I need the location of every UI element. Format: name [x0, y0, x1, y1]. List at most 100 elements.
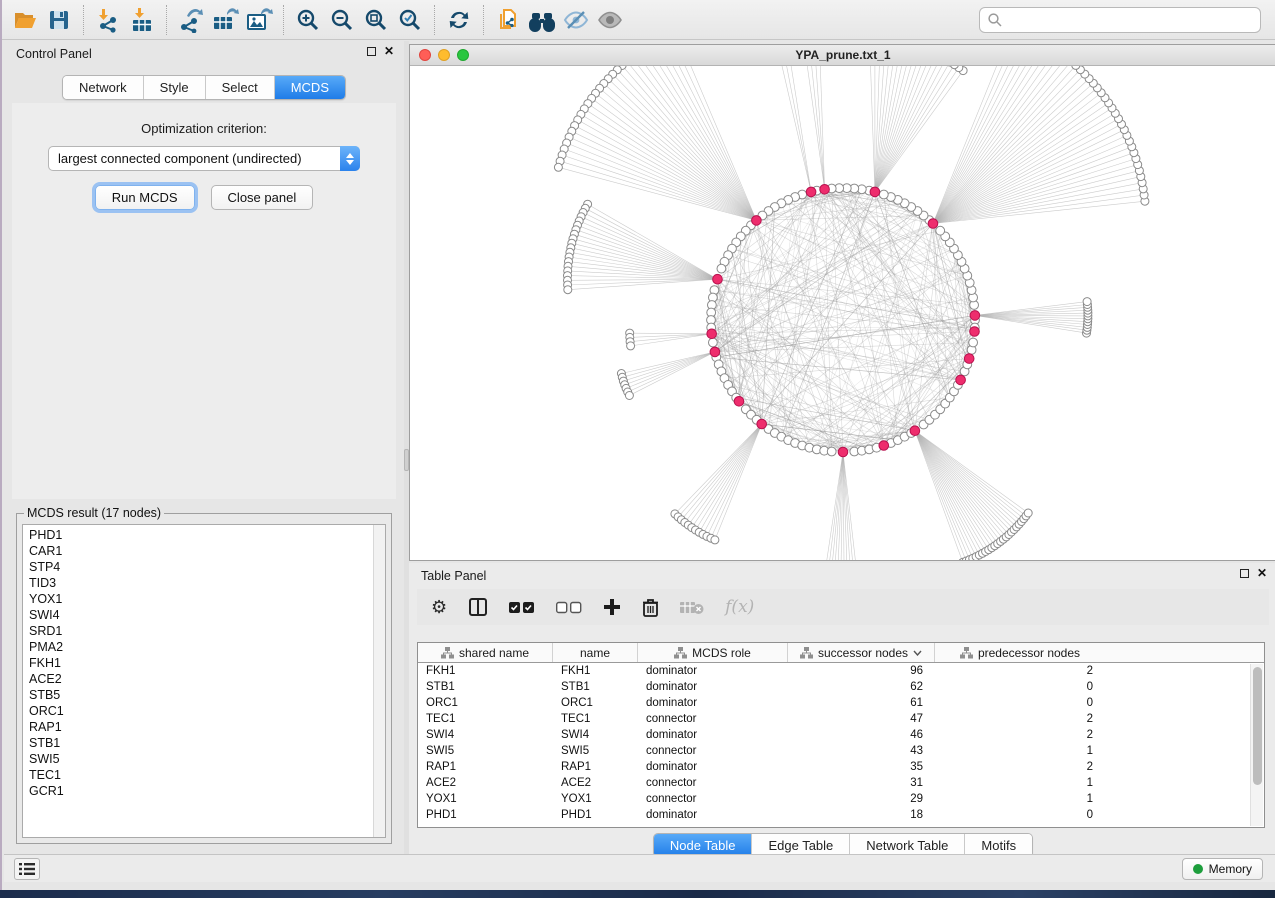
column-layout-icon[interactable] [468, 597, 488, 617]
table-row[interactable]: TEC1TEC1connector472 [418, 711, 1264, 727]
table-row[interactable]: YOX1YOX1connector291 [418, 791, 1264, 807]
float-table-panel-icon[interactable] [1240, 569, 1249, 578]
table-row[interactable]: FKH1FKH1dominator962 [418, 663, 1264, 679]
minimize-window-icon[interactable] [438, 49, 450, 61]
table-scrollbar-thumb[interactable] [1253, 667, 1262, 785]
criterion-select[interactable]: largest connected component (undirected) [48, 146, 360, 171]
close-panel-icon[interactable]: ✕ [384, 47, 394, 56]
column-type-icon [960, 647, 973, 659]
table-row[interactable]: STB1STB1dominator620 [418, 679, 1264, 695]
table-row[interactable]: RAP1RAP1dominator352 [418, 759, 1264, 775]
toolbar-separator [483, 5, 484, 35]
mcds-node-item[interactable]: PMA2 [29, 639, 385, 655]
mcds-node-item[interactable]: SRD1 [29, 623, 385, 639]
column-header-MCDS-role[interactable]: MCDS role [638, 643, 788, 662]
memory-button[interactable]: Memory [1182, 858, 1263, 880]
control-panel-title: Control Panel [16, 47, 92, 61]
tab-mcds[interactable]: MCDS [274, 76, 345, 99]
table-body: FKH1FKH1dominator962STB1STB1dominator620… [418, 663, 1264, 823]
mcds-node-item[interactable]: YOX1 [29, 591, 385, 607]
zoom-fit-button[interactable] [359, 4, 393, 36]
delete-column-icon[interactable] [642, 598, 659, 617]
table-row[interactable]: ORC1ORC1dominator610 [418, 695, 1264, 711]
table-cell: 31 [788, 775, 935, 791]
zoom-selected-button[interactable] [393, 4, 427, 36]
import-network-button[interactable] [91, 4, 125, 36]
task-list-icon [19, 862, 35, 876]
mcds-node-item[interactable]: SWI4 [29, 607, 385, 623]
close-table-panel-icon[interactable]: ✕ [1257, 569, 1267, 578]
table-cell: 35 [788, 759, 935, 775]
refresh-layout-button[interactable] [442, 4, 476, 36]
mcds-node-item[interactable]: TID3 [29, 575, 385, 591]
mcds-node-item[interactable]: GCR1 [29, 783, 385, 799]
column-header-label: successor nodes [818, 646, 908, 660]
control-tabs: NetworkStyleSelectMCDS [62, 75, 346, 100]
node-table: shared namenameMCDS role successor nodes p… [417, 642, 1265, 828]
table-row[interactable]: SWI4SWI4dominator462 [418, 727, 1264, 743]
unselect-all-columns-icon[interactable] [556, 601, 582, 614]
save-session-button[interactable] [42, 4, 76, 36]
add-column-icon[interactable] [603, 598, 621, 616]
tab-network[interactable]: Network [63, 76, 143, 99]
export-image-button[interactable] [242, 4, 276, 36]
export-network-button[interactable] [174, 4, 208, 36]
float-panel-icon[interactable] [367, 47, 376, 56]
export-table-button[interactable] [208, 4, 242, 36]
task-history-button[interactable] [14, 858, 40, 880]
hide-selected-button[interactable] [559, 4, 593, 36]
search-box [979, 7, 1261, 33]
run-mcds-button[interactable]: Run MCDS [95, 185, 195, 210]
mcds-node-item[interactable]: FKH1 [29, 655, 385, 671]
column-header-predecessor-nodes[interactable]: predecessor nodes [935, 643, 1105, 662]
table-scrollbar[interactable] [1250, 664, 1263, 826]
column-header-shared-name[interactable]: shared name [418, 643, 553, 662]
mcds-node-item[interactable]: SWI5 [29, 751, 385, 767]
mcds-result-list[interactable]: PHD1CAR1STP4TID3YOX1SWI4SRD1PMA2FKH1ACE2… [22, 524, 386, 838]
network-canvas[interactable] [410, 66, 1275, 560]
copy-network-button[interactable] [491, 4, 525, 36]
sort-desc-icon [913, 650, 922, 656]
select-all-columns-icon[interactable] [509, 601, 535, 614]
mcds-node-item[interactable]: TEC1 [29, 767, 385, 783]
maximize-window-icon[interactable] [457, 49, 469, 61]
zoom-in-button[interactable] [291, 4, 325, 36]
zoom-out-button[interactable] [325, 4, 359, 36]
table-cell: dominator [638, 807, 788, 823]
import-network-icon [95, 7, 121, 33]
open-file-button[interactable] [8, 4, 42, 36]
table-cell: 96 [788, 663, 935, 679]
close-panel-button[interactable]: Close panel [211, 185, 314, 210]
mcds-node-item[interactable]: STB5 [29, 687, 385, 703]
table-row[interactable]: SWI5SWI5connector431 [418, 743, 1264, 759]
mcds-list-scrollbar[interactable] [373, 525, 385, 837]
mcds-node-item[interactable]: RAP1 [29, 719, 385, 735]
close-window-icon[interactable] [419, 49, 431, 61]
table-row[interactable]: ACE2ACE2connector311 [418, 775, 1264, 791]
mcds-node-item[interactable]: STP4 [29, 559, 385, 575]
tab-select[interactable]: Select [205, 76, 274, 99]
table-cell: 43 [788, 743, 935, 759]
table-cell: 1 [935, 775, 1105, 791]
first-neighbors-button[interactable] [525, 4, 559, 36]
copy-network-icon [495, 7, 521, 33]
control-panel: Control Panel ✕ NetworkStyleSelectMCDS O… [4, 41, 404, 862]
mcds-node-item[interactable]: ACE2 [29, 671, 385, 687]
mcds-node-item[interactable]: STB1 [29, 735, 385, 751]
show-all-button[interactable] [593, 4, 627, 36]
mcds-node-item[interactable]: CAR1 [29, 543, 385, 559]
network-window-titlebar[interactable]: YPA_prune.txt_1 [410, 45, 1275, 66]
column-header-name[interactable]: name [553, 643, 638, 662]
table-settings-icon[interactable]: ⚙ [431, 598, 447, 616]
status-bar: Memory [4, 854, 1275, 882]
search-input[interactable] [1003, 13, 1260, 27]
table-cell: 47 [788, 711, 935, 727]
export-table-icon [211, 7, 239, 33]
mcds-node-item[interactable]: PHD1 [29, 527, 385, 543]
mcds-node-item[interactable]: ORC1 [29, 703, 385, 719]
import-table-button[interactable] [125, 4, 159, 36]
table-row[interactable]: PHD1PHD1dominator180 [418, 807, 1264, 823]
table-cell: YOX1 [553, 791, 638, 807]
column-header-successor-nodes[interactable]: successor nodes [788, 643, 935, 662]
tab-style[interactable]: Style [143, 76, 205, 99]
